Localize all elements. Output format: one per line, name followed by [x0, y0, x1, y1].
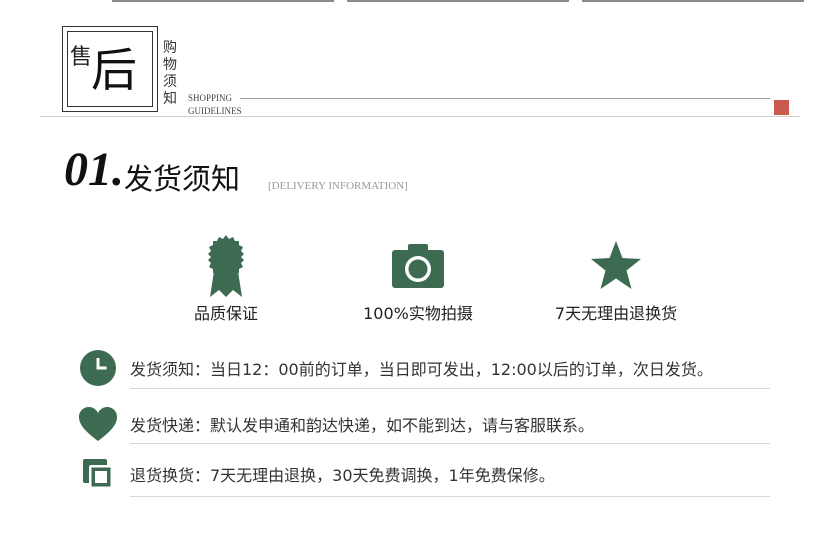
- feature-real-photos: 100%实物拍摄: [338, 234, 498, 324]
- feature-return-policy: 7天无理由退换货: [536, 234, 696, 324]
- vertical-heading: 购物须知: [163, 40, 177, 107]
- after-sales-logo: 售 后: [62, 26, 158, 112]
- logo-char-large: 后: [91, 43, 137, 97]
- top-image-strip-1: [112, 0, 334, 2]
- feature-label: 100%实物拍摄: [363, 304, 473, 323]
- heart-icon: [78, 404, 118, 444]
- top-image-strip-3: [582, 0, 804, 2]
- note-courier: 发货快递：默认发申通和韵达快递，如不能到达，请与客服联系。: [78, 404, 778, 444]
- feature-label: 品质保证: [193, 304, 258, 323]
- star-icon: [536, 234, 696, 298]
- note-divider: [130, 388, 770, 389]
- top-image-strip-2: [347, 0, 569, 2]
- note-shipping-time: 发货须知：当日12：00前的订单，当日即可发出，12:00以后的订单，次日发货。: [78, 348, 778, 389]
- header-divider: [240, 98, 770, 99]
- english-heading: SHOPPING GUIDELINES: [188, 92, 242, 118]
- note-text: 发货快递：默认发申通和韵达快递，如不能到达，请与客服联系。: [130, 416, 595, 435]
- logo-char-small: 售: [70, 45, 93, 70]
- section-subtitle: [DELIVERY INFORMATION]: [268, 180, 408, 192]
- note-text: 发货须知：当日12：00前的订单，当日即可发出，12:00以后的订单，次日发货。: [130, 360, 713, 379]
- section-title: 发货须知: [124, 162, 241, 196]
- camera-icon: [338, 234, 498, 298]
- header-underline: [40, 116, 800, 117]
- note-returns: 退货换货：7天无理由退换，30天免费调换，1年免费保修。: [78, 454, 778, 497]
- note-divider: [130, 443, 770, 444]
- note-divider: [130, 496, 770, 497]
- rosette-badge-icon: [146, 234, 306, 298]
- clock-icon: [78, 348, 118, 388]
- feature-quality: 品质保证: [146, 234, 306, 324]
- copy-squares-icon: [78, 454, 118, 494]
- feature-label: 7天无理由退换货: [554, 304, 678, 323]
- section-number: 01.: [64, 143, 124, 196]
- english-line-1: SHOPPING: [188, 93, 233, 103]
- note-text: 退货换货：7天无理由退换，30天免费调换，1年免费保修。: [130, 466, 555, 485]
- seal-stamp: [774, 100, 789, 115]
